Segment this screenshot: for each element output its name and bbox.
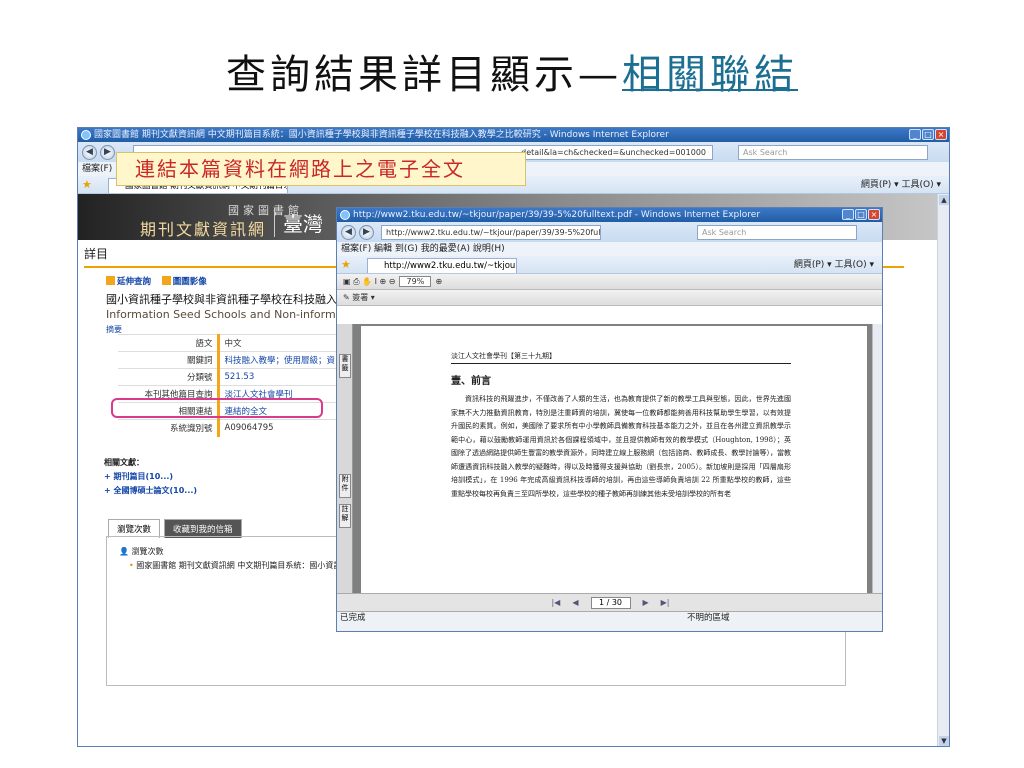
pdf-popup-window: http://www2.tku.edu.tw/~tkjour/paper/39/… (336, 207, 883, 632)
banner-taiwan: 臺灣 (274, 208, 323, 237)
close-icon[interactable]: × (868, 209, 880, 220)
close-icon[interactable]: × (935, 129, 947, 140)
banner-system-name: 期刊文獻資訊網 (140, 220, 267, 239)
hand-tool-icon[interactable]: ✋ (362, 277, 372, 286)
main-window-title: 國家圖書館 期刊文獻資訊網 中文期刊篇目系統：國小資訊種子學校與非資訊種子學校在… (94, 130, 669, 140)
pdf-scrollbar[interactable] (872, 324, 882, 593)
status-zone: 不明的區域 (687, 613, 730, 623)
ie-logo-icon (340, 210, 350, 220)
image-icon (161, 276, 171, 285)
zoom-icon[interactable]: ⊕ (379, 277, 386, 286)
section-heading: 壹、前言 (451, 376, 491, 387)
main-scrollbar[interactable]: ▲ ▼ (937, 194, 949, 746)
popup-search-input[interactable]: Ask Search (697, 225, 857, 240)
image-link[interactable]: 圖圖影像 (161, 276, 207, 287)
favorites-star-icon[interactable]: ★ (82, 176, 92, 194)
popup-address-row: ◀ ▶ http://www2.tku.edu.tw/~tkjour/paper… (337, 222, 882, 242)
extended-search-link[interactable]: 延伸查詢 (106, 276, 151, 287)
main-toolbar-right[interactable]: 網頁(P) ▾ 工具(O) ▾ (861, 176, 941, 194)
classification-link[interactable]: 521.53 (216, 368, 338, 386)
ie-logo-icon (81, 130, 91, 140)
related-thesis-link[interactable]: + 全國博碩士論文(10...) (104, 486, 197, 495)
zoom-level[interactable]: 79% (399, 276, 432, 287)
title-prefix: 查詢結果詳目顯示— (226, 52, 622, 98)
popup-menu-bar[interactable]: 檔案(F) 編輯 到(G) 我的最愛(A) 說明(H) (337, 242, 882, 256)
minimize-icon[interactable]: _ (842, 209, 854, 220)
field-row: 分類號 521.53 (118, 368, 338, 386)
minimize-icon[interactable]: _ (909, 129, 921, 140)
record-fields: 語文 中文 關鍵詞 科技融入教學；使用層級；資 分類號 521.53 本刊其他篇目查詢… (118, 334, 338, 437)
main-search-input[interactable]: Ask Search (738, 145, 928, 160)
save-icon[interactable]: ▣ (343, 277, 351, 286)
slide-title: 查詢結果詳目顯示—相關聯結 (0, 42, 1024, 100)
field-row: 系統識別號 A09064795 (118, 419, 338, 437)
field-value: 中文 (216, 334, 338, 352)
search-icon (106, 276, 115, 285)
callout-box: 連結本篇資料在網路上之電子全文 (116, 152, 526, 186)
page-indicator[interactable]: 1 / 30 (590, 596, 631, 609)
field-value: A09064795 (216, 419, 338, 437)
side-tab-bookmarks[interactable]: 書籤 (339, 354, 351, 378)
side-tab-comments[interactable]: 註解 (339, 504, 351, 528)
back-icon[interactable]: ◀ (341, 225, 356, 240)
select-tool-icon[interactable]: I (375, 277, 377, 286)
scroll-down-icon: ▼ (939, 736, 949, 746)
popup-window-title: http://www2.tku.edu.tw/~tkjour/paper/39/… (353, 210, 761, 220)
popup-address-bar[interactable]: http://www2.tku.edu.tw/~tkjour/paper/39/… (381, 225, 601, 240)
popup-titlebar: http://www2.tku.edu.tw/~tkjour/paper/39/… (337, 208, 882, 222)
favorites-star-icon[interactable]: ★ (341, 256, 351, 274)
popup-toolbar-right[interactable]: 網頁(P) ▾ 工具(O) ▾ (794, 256, 874, 274)
pdf-side-tabs: 書籤 附件 註解 (337, 324, 353, 593)
forward-icon[interactable]: ▶ (100, 145, 115, 160)
scroll-up-icon: ▲ (939, 195, 949, 205)
popup-tab[interactable]: http://www2.tku.edu.tw/~tkjour/paper/39/… (367, 258, 517, 273)
related-journal-link[interactable]: + 期刊篇目(10...) (104, 472, 173, 481)
prev-page-icon[interactable]: ◀ (572, 594, 578, 612)
sign-toolbar: ✎ 簽署 ▾ (337, 290, 882, 306)
related-docs: 相關文獻： + 期刊篇目(10...) + 全國博碩士論文(10...) (104, 456, 197, 498)
title-link[interactable]: 相關聯結 (622, 52, 798, 98)
pen-icon: ✎ (343, 293, 350, 302)
menu-file[interactable]: 檔案(F) (82, 164, 112, 174)
forward-icon[interactable]: ▶ (359, 225, 374, 240)
field-key: 系統識別號 (118, 419, 218, 437)
main-titlebar: 國家圖書館 期刊文獻資訊網 中文期刊篇目系統：國小資訊種子學校與非資訊種子學校在… (78, 128, 949, 142)
quick-links: 延伸查詢 圖圖影像 (106, 275, 215, 287)
next-page-icon[interactable]: ▶ (643, 594, 649, 612)
popup-status-bar: 已完成 不明的區域 (337, 611, 882, 631)
print-icon[interactable]: ⎙ (353, 277, 359, 286)
body-paragraph: 資訊科技的飛躍進步，不僅改善了人類的生活，也為教育提供了新的教學工具與型態，因此… (451, 395, 791, 498)
back-icon[interactable]: ◀ (82, 145, 97, 160)
field-row: 關鍵詞 科技融入教學；使用層級；資 (118, 351, 338, 369)
record-title-en: Information Seed Schools and Non-informa… (106, 308, 336, 321)
first-page-icon[interactable]: |◀ (551, 594, 560, 612)
sign-menu[interactable]: 簽署 ▾ (352, 293, 375, 302)
field-key: 語文 (118, 334, 218, 352)
field-key: 分類號 (118, 368, 218, 386)
zoom-out-icon[interactable]: ⊖ (389, 277, 396, 286)
popup-tab-row: ★ http://www2.tku.edu.tw/~tkjour/paper/3… (337, 256, 882, 274)
record-title-zh: 國小資訊種子學校與非資訊種子學校在科技融入 (106, 293, 336, 306)
related-title: 相關文獻： (104, 458, 144, 467)
pdf-page-nav: |◀ ◀ 1 / 30 ▶ ▶| (337, 593, 882, 612)
maximize-icon[interactable]: □ (922, 129, 934, 140)
keywords-link[interactable]: 科技融入教學；使用層級；資 (216, 351, 338, 369)
status-done: 已完成 (340, 613, 366, 623)
side-tab-attachments[interactable]: 附件 (339, 474, 351, 498)
field-key: 關鍵詞 (118, 351, 218, 369)
last-page-icon[interactable]: ▶| (661, 594, 670, 612)
user-icon: 👤 (119, 547, 129, 556)
field-row: 語文 中文 (118, 334, 338, 352)
running-head: 淡江人文社會學刊【第三十九期】 (451, 351, 791, 364)
pdf-page: 淡江人文社會學刊【第三十九期】 壹、前言 資訊科技的飛躍進步，不僅改善了人類的生… (361, 326, 867, 593)
pdf-toolbar: ▣ ⎙ ✋ I ⊕ ⊖ 79% ⊕ (337, 274, 882, 290)
zoom-in-icon[interactable]: ⊕ (435, 277, 442, 286)
maximize-icon[interactable]: □ (855, 209, 867, 220)
highlight-frame (111, 398, 323, 418)
pdf-viewport: 書籤 附件 註解 淡江人文社會學刊【第三十九期】 壹、前言 資訊科技的飛躍進步，… (337, 324, 882, 593)
